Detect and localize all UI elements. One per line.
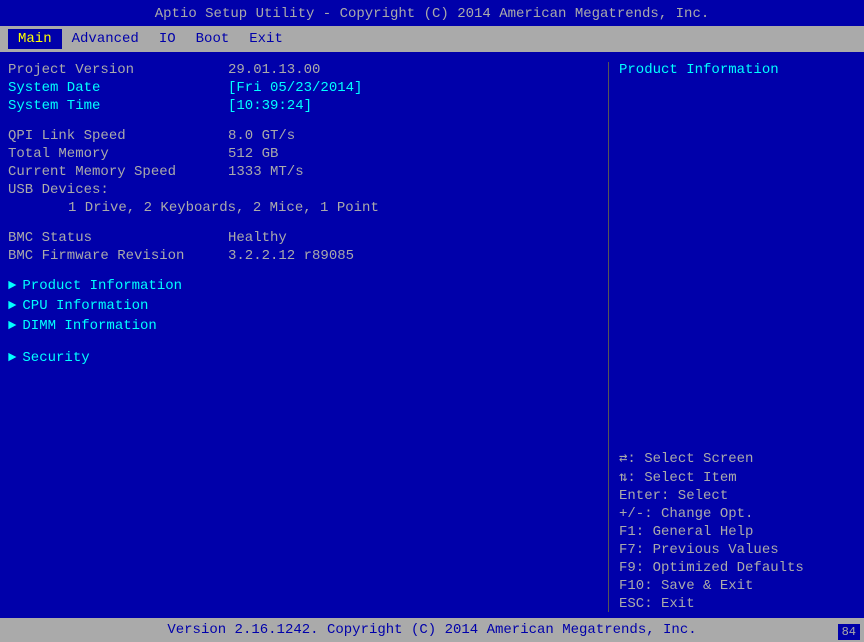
total-memory-label: Total Memory	[8, 146, 228, 162]
title-bar: Aptio Setup Utility - Copyright (C) 2014…	[0, 0, 864, 26]
current-memory-speed-label: Current Memory Speed	[8, 164, 228, 180]
qpi-link-speed-row: QPI Link Speed 8.0 GT/s	[8, 128, 598, 144]
arrow-icon: ►	[8, 278, 16, 294]
bmc-status-label: BMC Status	[8, 230, 228, 246]
title-text: Aptio Setup Utility - Copyright (C) 2014…	[155, 6, 710, 22]
system-time-value[interactable]: [10:39:24]	[228, 98, 312, 114]
help-f9: F9: Optimized Defaults	[619, 560, 856, 576]
footer-version-text: Version 2.16.1242. Copyright (C) 2014 Am…	[0, 622, 864, 638]
qpi-link-speed-value: 8.0 GT/s	[228, 128, 295, 144]
project-version-value: 29.01.13.00	[228, 62, 320, 78]
usb-devices-detail: 1 Drive, 2 Keyboards, 2 Mice, 1 Point	[8, 200, 598, 216]
nav-dimm-information[interactable]: ► DIMM Information	[8, 318, 598, 334]
nav-product-information[interactable]: ► Product Information	[8, 278, 598, 294]
bmc-firmware-value: 3.2.2.12 r89085	[228, 248, 354, 264]
system-info-section: Project Version 29.01.13.00 System Date …	[8, 62, 598, 116]
nav-cpu-information[interactable]: ► CPU Information	[8, 298, 598, 314]
nav-cpu-information-label: CPU Information	[22, 298, 148, 314]
menu-item-boot[interactable]: Boot	[186, 29, 240, 49]
help-f7: F7: Previous Values	[619, 542, 856, 558]
help-section: ⇄: Select Screen ⇅: Select Item Enter: S…	[619, 450, 856, 612]
bmc-status-value: Healthy	[228, 230, 287, 246]
project-version-row: Project Version 29.01.13.00	[8, 62, 598, 78]
project-version-label: Project Version	[8, 62, 228, 78]
system-time-row: System Time [10:39:24]	[8, 98, 598, 114]
menu-item-main[interactable]: Main	[8, 29, 62, 49]
menu-item-advanced[interactable]: Advanced	[62, 29, 149, 49]
help-select-screen: ⇄: Select Screen	[619, 450, 856, 467]
bmc-info-section: BMC Status Healthy BMC Firmware Revision…	[8, 230, 598, 266]
nav-product-information-label: Product Information	[22, 278, 182, 294]
system-time-label: System Time	[8, 98, 228, 114]
menu-item-io[interactable]: IO	[149, 29, 186, 49]
screen: Aptio Setup Utility - Copyright (C) 2014…	[0, 0, 864, 642]
current-memory-speed-row: Current Memory Speed 1333 MT/s	[8, 164, 598, 180]
total-memory-row: Total Memory 512 GB	[8, 146, 598, 162]
nav-security-label: Security	[22, 350, 89, 366]
nav-dimm-information-label: DIMM Information	[22, 318, 156, 334]
help-f1: F1: General Help	[619, 524, 856, 540]
nav-group-1: ► Product Information ► CPU Information …	[8, 278, 598, 338]
usb-devices-label: USB Devices:	[8, 182, 228, 198]
total-memory-value: 512 GB	[228, 146, 278, 162]
footer: Version 2.16.1242. Copyright (C) 2014 Am…	[0, 618, 864, 642]
system-date-value[interactable]: [Fri 05/23/2014]	[228, 80, 362, 96]
right-panel: Product Information ⇄: Select Screen ⇅: …	[608, 62, 856, 612]
left-panel: Project Version 29.01.13.00 System Date …	[8, 62, 608, 612]
arrow-icon: ►	[8, 298, 16, 314]
bmc-status-row: BMC Status Healthy	[8, 230, 598, 246]
arrow-icon: ►	[8, 350, 16, 366]
system-date-label: System Date	[8, 80, 228, 96]
help-esc: ESC: Exit	[619, 596, 856, 612]
footer-badge: 84	[838, 624, 860, 640]
arrow-icon: ►	[8, 318, 16, 334]
content-area: Project Version 29.01.13.00 System Date …	[0, 52, 864, 618]
qpi-link-speed-label: QPI Link Speed	[8, 128, 228, 144]
panel-title: Product Information	[619, 62, 856, 78]
nav-group-2: ► Security	[8, 350, 598, 370]
nav-security[interactable]: ► Security	[8, 350, 598, 366]
menu-bar: Main Advanced IO Boot Exit	[0, 26, 864, 52]
menu-item-exit[interactable]: Exit	[239, 29, 293, 49]
help-change-opt: +/-: Change Opt.	[619, 506, 856, 522]
help-f10: F10: Save & Exit	[619, 578, 856, 594]
bmc-firmware-label: BMC Firmware Revision	[8, 248, 228, 264]
system-date-row: System Date [Fri 05/23/2014]	[8, 80, 598, 96]
current-memory-speed-value: 1333 MT/s	[228, 164, 304, 180]
hardware-info-section: QPI Link Speed 8.0 GT/s Total Memory 512…	[8, 128, 598, 218]
help-select-item: ⇅: Select Item	[619, 469, 856, 486]
bmc-firmware-row: BMC Firmware Revision 3.2.2.12 r89085	[8, 248, 598, 264]
help-enter: Enter: Select	[619, 488, 856, 504]
usb-devices-row: USB Devices:	[8, 182, 598, 198]
